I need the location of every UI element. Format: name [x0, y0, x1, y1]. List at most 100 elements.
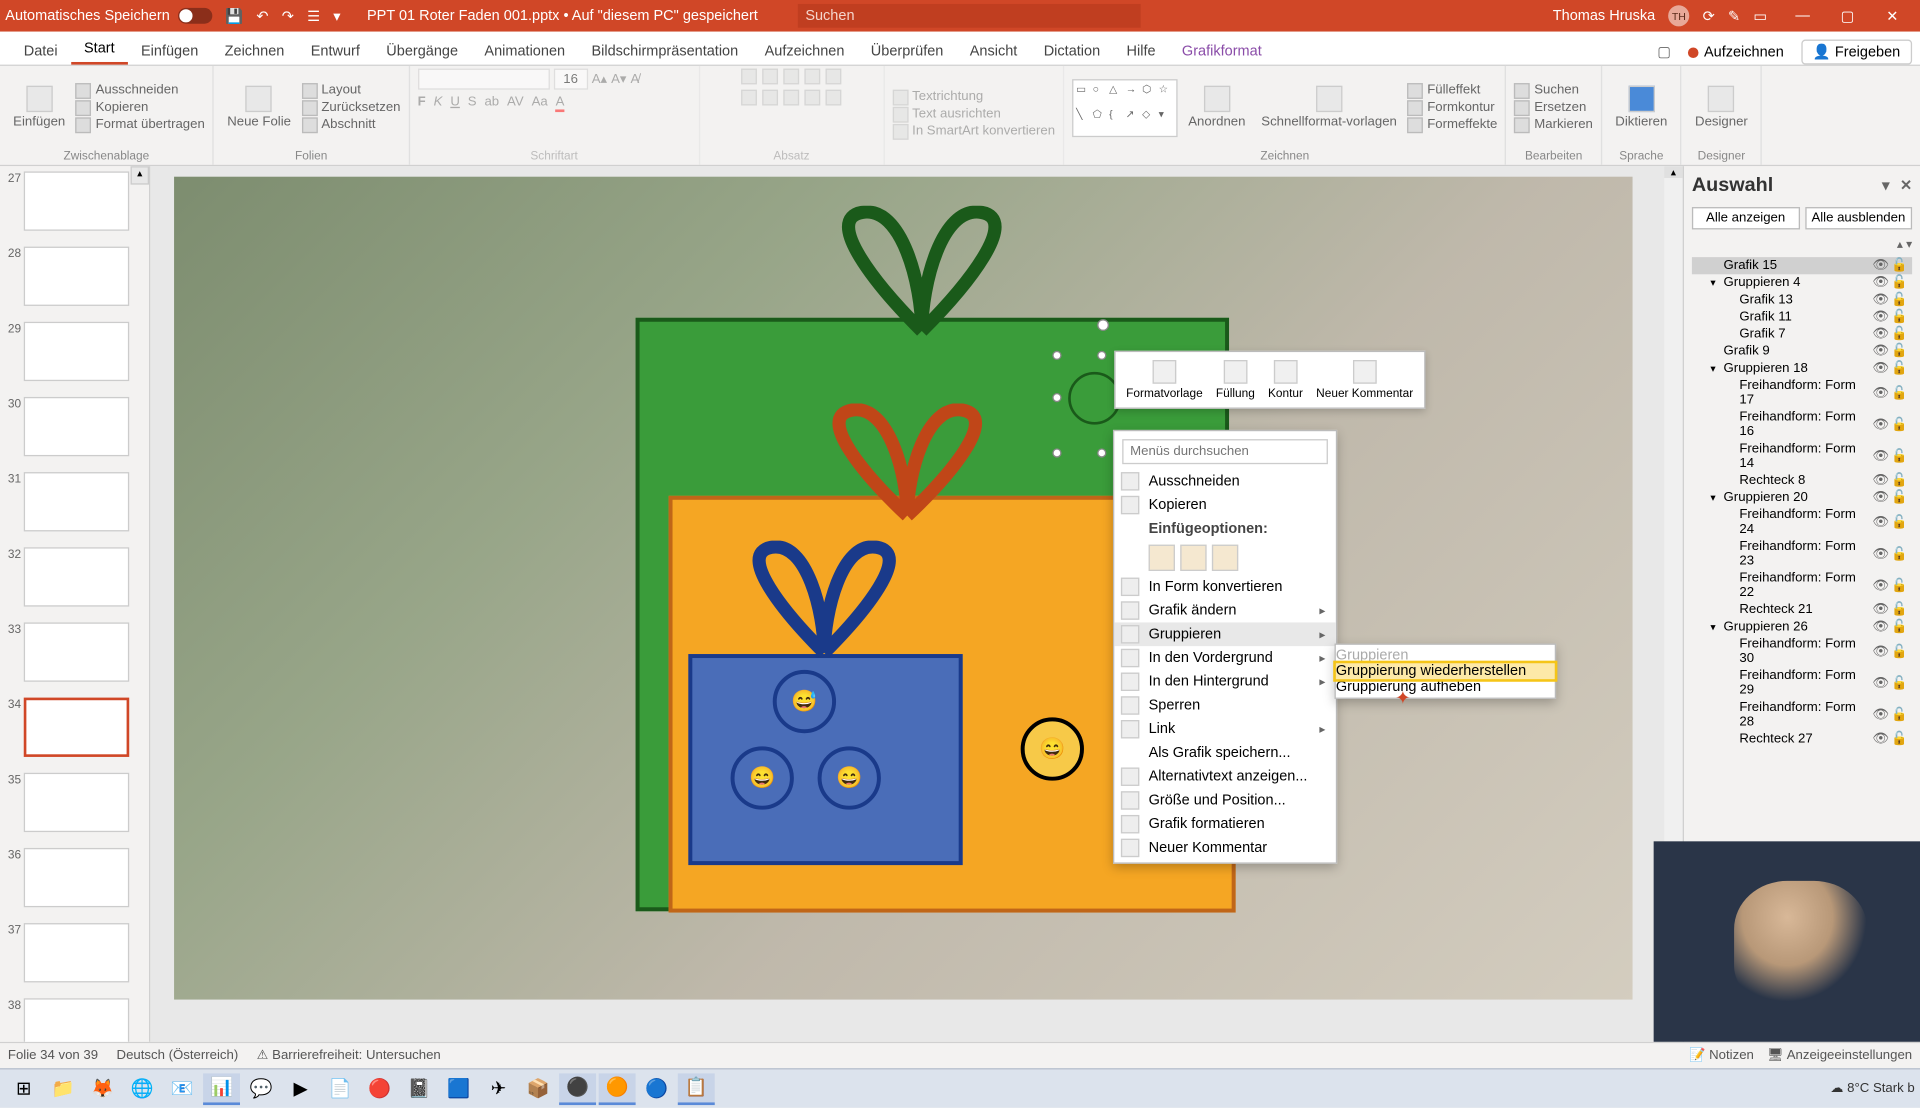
language-indicator[interactable]: Deutsch (Österreich)	[117, 1048, 239, 1063]
arrange-button[interactable]: Anordnen	[1183, 83, 1251, 132]
columns-icon[interactable]	[826, 90, 842, 106]
chrome-icon[interactable]: 🌐	[124, 1073, 161, 1105]
ctx-convert-shape[interactable]: In Form konvertieren	[1114, 575, 1336, 599]
visibility-icon[interactable]: 👁	[1873, 620, 1891, 635]
numbering-icon[interactable]	[762, 69, 778, 85]
ctx-new-comment[interactable]: Neuer Kommentar	[1114, 836, 1336, 860]
record-button[interactable]: Aufzeichnen	[1679, 40, 1793, 64]
quick-styles-button[interactable]: Schnellformat-vorlagen	[1256, 83, 1402, 132]
tab-einfuegen[interactable]: Einfügen	[128, 38, 212, 64]
bold-button[interactable]: F	[418, 95, 426, 112]
app-icon-1[interactable]: 💬	[243, 1073, 280, 1105]
notes-button[interactable]: 📝 Notizen	[1689, 1048, 1754, 1063]
find-button[interactable]: Suchen	[1514, 82, 1592, 98]
lock-icon[interactable]: 🔓	[1891, 386, 1909, 401]
weather-widget[interactable]: ☁ 8°C Stark b	[1830, 1081, 1914, 1096]
tab-aufzeichnen[interactable]: Aufzeichnen	[751, 38, 857, 64]
ctx-group[interactable]: Gruppieren▸	[1114, 622, 1336, 646]
reset-button[interactable]: Zurücksetzen	[302, 100, 401, 116]
tree-item[interactable]: Freihandform: Form 17 👁 🔓	[1692, 377, 1912, 409]
thumbnail-36[interactable]: 36	[0, 843, 149, 918]
mini-comment-button[interactable]: Neuer Kommentar	[1311, 357, 1419, 402]
visibility-icon[interactable]: 👁	[1873, 644, 1891, 659]
selection-handle[interactable]	[1052, 393, 1061, 402]
tree-item[interactable]: Freihandform: Form 23 👁 🔓	[1692, 538, 1912, 570]
app-icon-6[interactable]: 🟠	[599, 1073, 636, 1105]
lock-icon[interactable]: 🔓	[1891, 361, 1909, 376]
increase-font-icon[interactable]: A▴	[592, 72, 607, 87]
app-icon-5[interactable]: 📦	[520, 1073, 557, 1105]
italic-button[interactable]: K	[434, 95, 443, 112]
tree-item[interactable]: Grafik 11 👁 🔓	[1692, 309, 1912, 326]
selection-handle[interactable]	[1097, 351, 1106, 360]
thumb-scroll-up[interactable]: ▴	[131, 166, 149, 184]
tree-item[interactable]: Grafik 13 👁 🔓	[1692, 291, 1912, 308]
file-explorer-icon[interactable]: 📁	[45, 1073, 82, 1105]
tab-ansicht[interactable]: Ansicht	[957, 38, 1031, 64]
thumbnail-30[interactable]: 30	[0, 392, 149, 467]
app-icon-7[interactable]: 🔵	[638, 1073, 675, 1105]
shape-outline-button[interactable]: Formkontur	[1407, 100, 1497, 116]
tab-datei[interactable]: Datei	[11, 38, 71, 64]
tab-uebergaenge[interactable]: Übergänge	[373, 38, 471, 64]
underline-button[interactable]: U	[450, 95, 460, 112]
visibility-icon[interactable]: 👁	[1873, 293, 1891, 308]
tree-item[interactable]: ▾ Gruppieren 20 👁 🔓	[1692, 489, 1912, 506]
convert-smartart-button[interactable]: In SmartArt konvertieren	[892, 123, 1055, 139]
telegram-icon[interactable]: ✈	[480, 1073, 517, 1105]
undo-icon[interactable]: ↶	[256, 7, 268, 24]
minimize-button[interactable]: —	[1780, 7, 1825, 24]
thumbnail-32[interactable]: 32	[0, 542, 149, 617]
autosave-switch-icon[interactable]	[178, 8, 212, 24]
visibility-icon[interactable]: 👁	[1873, 344, 1891, 359]
paste-option-1[interactable]	[1149, 545, 1175, 571]
tree-item[interactable]: Rechteck 21 👁 🔓	[1692, 601, 1912, 618]
change-case-button[interactable]: Aa	[532, 95, 548, 112]
tab-hilfe[interactable]: Hilfe	[1113, 38, 1168, 64]
align-center-icon[interactable]	[762, 90, 778, 106]
tab-dictation[interactable]: Dictation	[1031, 38, 1114, 64]
visibility-icon[interactable]: 👁	[1873, 676, 1891, 691]
visibility-icon[interactable]: 👁	[1873, 547, 1891, 562]
visibility-icon[interactable]: 👁	[1873, 327, 1891, 342]
blue-face-3[interactable]: 😄	[818, 746, 881, 809]
ctx-alt-text[interactable]: Alternativtext anzeigen...	[1114, 765, 1336, 789]
new-slide-button[interactable]: Neue Folie	[222, 83, 296, 132]
lock-icon[interactable]: 🔓	[1891, 293, 1909, 308]
tab-grafikformat[interactable]: Grafikformat	[1169, 38, 1275, 64]
shape-fill-button[interactable]: Fülleffekt	[1407, 82, 1497, 98]
orange-smiley[interactable]: 😄	[1021, 717, 1084, 780]
lock-icon[interactable]: 🔓	[1891, 644, 1909, 659]
tree-item[interactable]: Grafik 7 👁 🔓	[1692, 326, 1912, 343]
ctx-format-graphic[interactable]: Grafik formatieren	[1114, 812, 1336, 836]
mini-outline-button[interactable]: Kontur	[1263, 357, 1309, 402]
paste-option-2[interactable]	[1180, 545, 1206, 571]
search-input[interactable]	[797, 4, 1140, 28]
tab-ueberpruefen[interactable]: Überprüfen	[858, 38, 957, 64]
ctx-lock[interactable]: Sperren	[1114, 694, 1336, 718]
selected-smiley[interactable]	[1068, 372, 1121, 425]
visibility-icon[interactable]: 👁	[1873, 276, 1891, 291]
decrease-indent-icon[interactable]	[784, 69, 800, 85]
tree-item[interactable]: ▾ Gruppieren 4 👁 🔓	[1692, 274, 1912, 291]
justify-icon[interactable]	[805, 90, 821, 106]
ctx-search-input[interactable]	[1122, 439, 1328, 464]
lock-icon[interactable]: 🔓	[1891, 603, 1909, 618]
tree-item[interactable]: Freihandform: Form 29 👁 🔓	[1692, 667, 1912, 699]
redo-icon[interactable]: ↷	[282, 7, 294, 24]
ctx-link[interactable]: Link▸	[1114, 717, 1336, 741]
outlook-icon[interactable]: 📧	[164, 1073, 201, 1105]
pane-close-icon[interactable]: ✕	[1900, 177, 1912, 194]
paste-button[interactable]: Einfügen	[8, 83, 71, 132]
submenu-ungroup[interactable]: Gruppierung aufheben	[1336, 679, 1555, 695]
tree-item[interactable]: Freihandform: Form 28 👁 🔓	[1692, 699, 1912, 731]
tree-item[interactable]: Rechteck 27 👁 🔓	[1692, 731, 1912, 748]
lock-icon[interactable]: 🔓	[1891, 515, 1909, 530]
qat-dropdown-icon[interactable]: ▾	[333, 7, 340, 24]
ctx-change-graphic[interactable]: Grafik ändern▸	[1114, 599, 1336, 623]
save-icon[interactable]: 💾	[225, 7, 243, 24]
shape-effects-button[interactable]: Formeffekte	[1407, 117, 1497, 133]
display-settings-button[interactable]: 🖥 Anzeigeeinstellungen	[1767, 1048, 1912, 1063]
visibility-icon[interactable]: 👁	[1873, 578, 1891, 593]
lock-icon[interactable]: 🔓	[1891, 707, 1909, 722]
